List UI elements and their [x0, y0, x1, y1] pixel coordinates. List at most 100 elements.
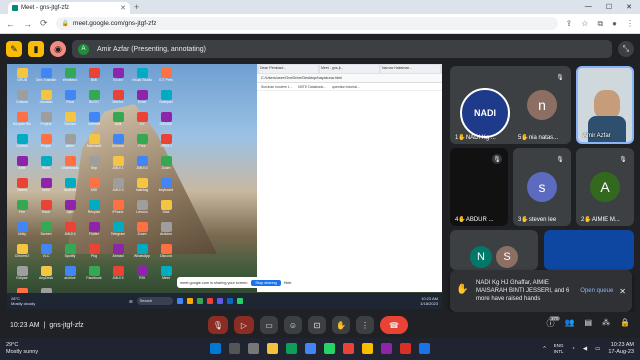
close-toast-icon[interactable]: ✕: [619, 287, 626, 296]
end-call-button[interactable]: ☎: [380, 316, 408, 334]
activities-icon[interactable]: ⁂: [602, 318, 610, 329]
desktop-icon: BMI: [83, 68, 105, 87]
battery-icon[interactable]: ▭: [595, 346, 600, 352]
desktop-icon-label: Discord: [160, 254, 172, 258]
chrome-icon[interactable]: [305, 343, 316, 354]
hand-raised-icon: ✋: [521, 135, 529, 141]
captions-button[interactable]: ▭: [260, 316, 278, 334]
participant-tile[interactable]: A 🎙 2✋AIMIE M...: [576, 148, 634, 226]
task-view-icon[interactable]: [248, 343, 259, 354]
start-icon[interactable]: [210, 343, 221, 354]
edge-icon[interactable]: [286, 343, 297, 354]
presenting-banner: A Amir Azfar (Presenting, annotating): [72, 40, 612, 58]
desktop-icon: WhatsApp: [131, 244, 153, 263]
share-icon[interactable]: ⇪: [566, 19, 573, 29]
host-controls-icon[interactable]: 🔒: [620, 318, 630, 329]
participant-count-badge: 370: [548, 316, 561, 321]
desktop-icon: Aidil: [107, 112, 129, 131]
desktop-icon: Mentor: [107, 90, 129, 109]
annotation-toolbar-icon[interactable]: ✎: [6, 41, 22, 57]
app-icon[interactable]: [400, 343, 411, 354]
app-icon[interactable]: [362, 343, 373, 354]
forward-icon[interactable]: →: [23, 19, 32, 29]
wifi-icon[interactable]: ◔: [572, 346, 575, 352]
present-button[interactable]: ⊡: [308, 316, 326, 334]
participant-tile[interactable]: s 🎙 3✋steven lee: [513, 148, 571, 226]
bookmark-star-icon[interactable]: ☆: [581, 19, 588, 29]
weather-widget[interactable]: 29°C Mostly sunny: [6, 342, 38, 356]
close-tab-icon[interactable]: ✕: [120, 4, 126, 12]
participant-tile[interactable]: [544, 230, 634, 270]
more-options-button[interactable]: ⋮: [356, 316, 374, 334]
desktop-icon-label: BLOG: [89, 100, 99, 104]
participant-tile[interactable]: n 🎙 5✋nia natas...: [513, 66, 571, 144]
desktop-icon-glyph: [88, 134, 100, 144]
tray-chevron-icon[interactable]: ^: [543, 346, 546, 352]
desktop-icon-glyph: [64, 222, 76, 232]
chat-icon[interactable]: ▤: [584, 318, 592, 329]
app-icon[interactable]: [419, 343, 430, 354]
desktop-icon: RSI: [131, 266, 153, 285]
desktop-icon-label: Final: [66, 100, 74, 104]
collapse-icon[interactable]: ⤡: [618, 41, 634, 57]
participant-name: 2✋AIMIE M...: [581, 216, 620, 223]
browser-tab-meet[interactable]: Meet - gns-jtgf-zfz ✕: [8, 2, 130, 14]
desktop-icon-glyph: [112, 134, 124, 144]
participant-tile-group[interactable]: N S: [450, 230, 538, 270]
desktop-icon-label: Gen. Kaedah: [35, 78, 57, 82]
desktop-icon-glyph: [136, 244, 148, 254]
desktop-icon-label: Flutter: [89, 232, 99, 236]
meeting-code: gns-jtgf-zfz: [49, 321, 84, 329]
desktop-icon-glyph: [40, 178, 52, 188]
shared-taskbar: 28°C Mostly cloudy ⊞ Search 10:23 AM 1/1…: [7, 293, 442, 309]
presenter-shirt: [588, 116, 626, 142]
back-icon[interactable]: ←: [6, 19, 15, 29]
search-icon[interactable]: [229, 343, 240, 354]
participant-avatar: n: [527, 90, 557, 120]
maximize-icon[interactable]: ☐: [606, 3, 612, 11]
site-info-icon[interactable]: 🔒: [62, 20, 69, 27]
desktop-icon-glyph: [88, 222, 100, 232]
shared-app-icon: [216, 298, 223, 304]
reload-icon[interactable]: ⟳: [40, 18, 48, 29]
close-window-icon[interactable]: ✕: [626, 3, 632, 11]
taskbar-date: 17-Aug-23: [608, 349, 634, 355]
new-tab-button[interactable]: +: [134, 2, 139, 12]
record-icon[interactable]: ◉: [50, 41, 66, 57]
desktop-icon: aiden: [59, 134, 81, 153]
desktop-icon-label: JMUI 2: [136, 166, 148, 170]
taskbar-clock[interactable]: 10:23 AM 17-Aug-23: [608, 342, 634, 356]
url-field[interactable]: 🔒 meet.google.com/gns-jtgf-zfz: [55, 17, 558, 30]
app-icon[interactable]: [343, 343, 354, 354]
raise-hand-button[interactable]: ✋: [332, 316, 350, 334]
desktop-icon-label: Screen: [40, 232, 52, 236]
desktop-icon-label: Amir: [18, 166, 26, 170]
mic-toggle-button[interactable]: 🎙: [208, 316, 228, 334]
profile-icon[interactable]: ●: [612, 19, 617, 29]
language-indicator[interactable]: ENG INTL: [554, 343, 564, 355]
tab-title: Meet - gns-jtgf-zfz: [21, 5, 70, 11]
open-queue-button[interactable]: Open queue: [580, 288, 613, 294]
desktop-icon-glyph: [16, 222, 28, 232]
desktop-icon: Facebook: [83, 266, 105, 285]
whatsapp-icon[interactable]: [324, 343, 335, 354]
people-icon[interactable]: 👥 370: [548, 316, 574, 329]
participant-tile[interactable]: 🎙 4✋ABDUR ...: [450, 148, 508, 226]
desktop-icon: Pkg: [83, 244, 105, 263]
app-icon[interactable]: [381, 343, 392, 354]
menu-kebab-icon[interactable]: ⋮: [626, 19, 634, 29]
file-explorer-icon[interactable]: [267, 343, 278, 354]
minimize-icon[interactable]: —: [585, 3, 592, 11]
annotation-pen-icon[interactable]: ▮: [28, 41, 44, 57]
desktop-icon: keyboard: [155, 178, 177, 197]
meeting-info: 10:23 AM | gns-jtgf-zfz: [10, 322, 84, 329]
extensions-icon[interactable]: ⧉: [597, 19, 603, 29]
desktop-icon: Final: [59, 90, 81, 109]
emoji-button[interactable]: ☺: [284, 316, 302, 334]
camera-toggle-button[interactable]: ▷: [234, 316, 254, 334]
desktop-icon: Recycle Bin: [11, 112, 33, 131]
desktop-icon-label: Facebook: [86, 276, 102, 280]
volume-icon[interactable]: ◀: [583, 346, 587, 352]
participant-tile-self[interactable]: Amir Azfar: [576, 66, 634, 144]
lang-region: INTL: [553, 349, 564, 354]
